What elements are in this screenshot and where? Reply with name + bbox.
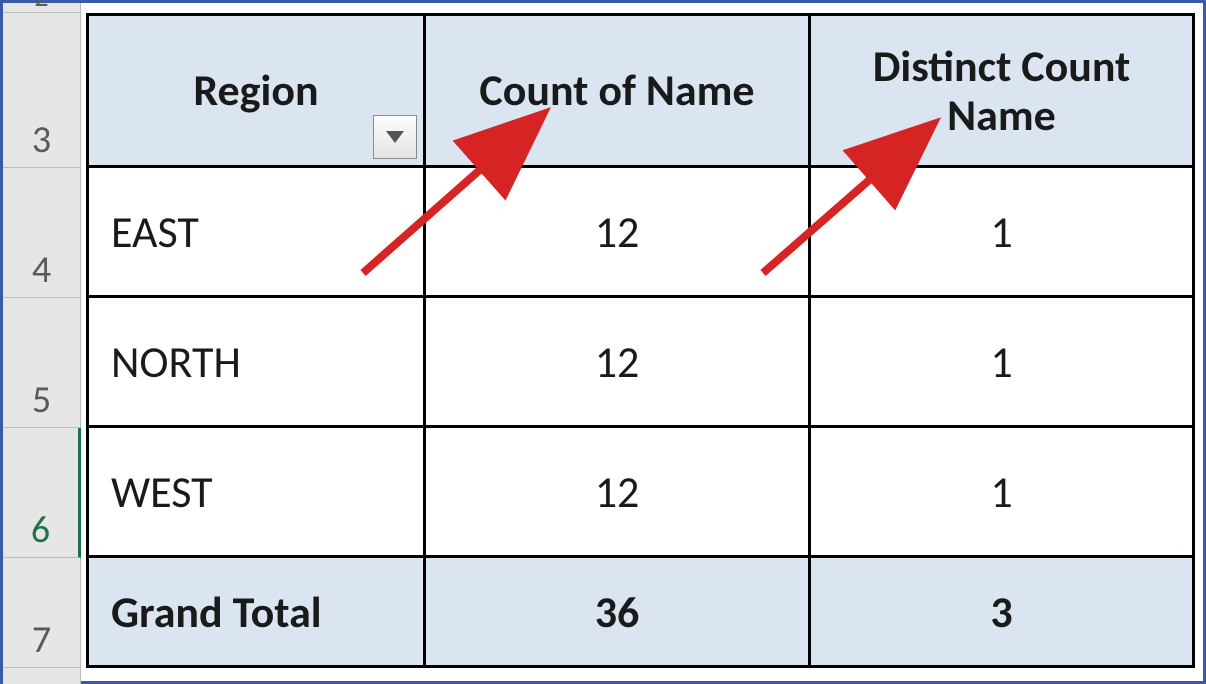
cell-distinct-west-text: 1 xyxy=(990,465,1012,519)
row-gutter-8-slice[interactable] xyxy=(3,668,81,684)
row-number-5: 5 xyxy=(32,377,51,423)
row2-slice xyxy=(86,3,1195,13)
cell-count-north-text: 12 xyxy=(595,335,640,389)
header-region-label: Region xyxy=(193,66,318,114)
row-gutter-5[interactable]: 5 xyxy=(3,298,81,428)
header-count-label: Count of Name xyxy=(479,66,754,114)
row-gutter-2-slice[interactable]: 2 xyxy=(3,3,81,13)
header-distinct-count-name[interactable]: Distinct Count Name xyxy=(811,13,1195,168)
cell-region-east[interactable]: EAST xyxy=(86,168,426,298)
grand-total-distinct-text: 3 xyxy=(990,585,1012,639)
row-gutter-6[interactable]: 6 xyxy=(3,428,81,558)
cell-region-west-text: WEST xyxy=(111,465,213,519)
header-count-of-name[interactable]: Count of Name xyxy=(426,13,811,168)
cell-grand-total-label[interactable]: Grand Total xyxy=(86,558,426,668)
grand-total-label-text: Grand Total xyxy=(111,585,322,639)
cell-distinct-north-text: 1 xyxy=(990,335,1012,389)
cell-grand-total-count[interactable]: 36 xyxy=(426,558,811,668)
cell-count-east-text: 12 xyxy=(595,205,640,259)
cell-distinct-west[interactable]: 1 xyxy=(811,428,1195,558)
cell-region-west[interactable]: WEST xyxy=(86,428,426,558)
row-number-4: 4 xyxy=(32,247,51,293)
cell-distinct-east-text: 1 xyxy=(990,205,1012,259)
chevron-down-icon xyxy=(386,131,404,143)
filter-dropdown-button[interactable] xyxy=(373,115,417,159)
cell-count-north[interactable]: 12 xyxy=(426,298,811,428)
header-distinct-label: Distinct Count Name xyxy=(827,42,1176,139)
row-gutter-7[interactable]: 7 xyxy=(3,558,81,668)
cell-region-east-text: EAST xyxy=(111,205,199,259)
cell-count-west-text: 12 xyxy=(595,465,640,519)
row-number-2: 2 xyxy=(34,0,48,14)
row-gutter-4[interactable]: 4 xyxy=(3,168,81,298)
row-number-7: 7 xyxy=(32,617,51,663)
cell-distinct-east[interactable]: 1 xyxy=(811,168,1195,298)
row-gutter-3[interactable]: 3 xyxy=(3,13,81,168)
cell-grand-total-distinct[interactable]: 3 xyxy=(811,558,1195,668)
row-number-3: 3 xyxy=(32,117,51,163)
cell-count-east[interactable]: 12 xyxy=(426,168,811,298)
cell-region-north[interactable]: NORTH xyxy=(86,298,426,428)
row-number-6: 6 xyxy=(31,507,50,553)
cell-count-west[interactable]: 12 xyxy=(426,428,811,558)
grand-total-count-text: 36 xyxy=(595,585,640,639)
cell-distinct-north[interactable]: 1 xyxy=(811,298,1195,428)
header-region[interactable]: Region xyxy=(86,13,426,168)
cell-region-north-text: NORTH xyxy=(111,335,241,389)
